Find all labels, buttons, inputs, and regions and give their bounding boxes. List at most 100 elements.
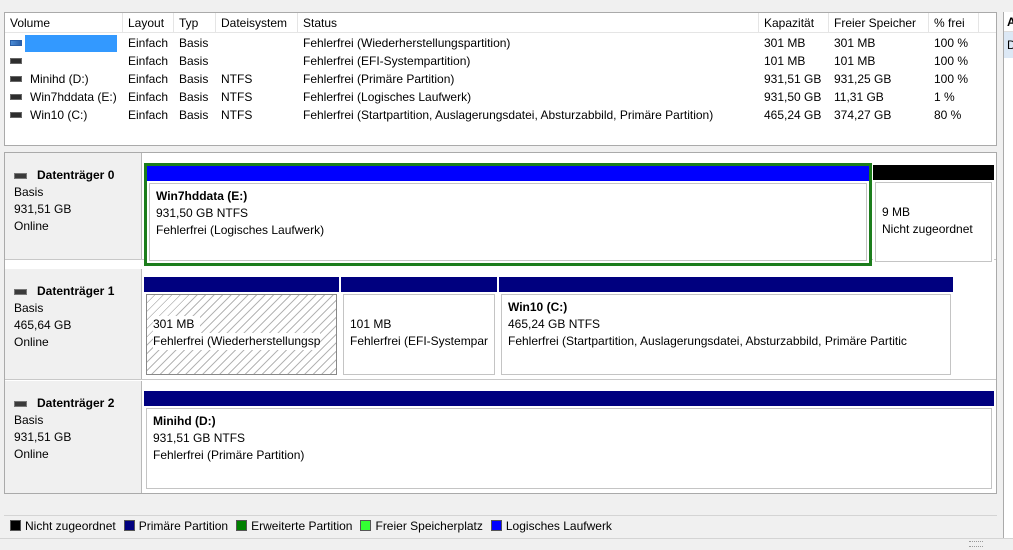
partition-status: Fehlerfrei (Wiederherstellungsp — [153, 333, 321, 350]
disk-row-1[interactable]: Datenträger 1 Basis 465,64 GB Online 301… — [5, 269, 996, 380]
partition-status: Nicht zugeordnet — [882, 222, 973, 236]
cell-dateisystem: NTFS — [221, 72, 253, 86]
status-bar — [0, 538, 1013, 550]
volume-drive-icon — [10, 40, 22, 46]
legend-label: Nicht zugeordnet — [25, 518, 116, 533]
cell-volume: Minihd (D:) — [30, 72, 89, 86]
cell-kapazitaet: 931,50 GB — [764, 90, 822, 104]
partition-size: 101 MB — [350, 317, 392, 331]
partition-efi[interactable]: 101 MB Fehlerfrei (EFI-Systempar — [341, 277, 497, 377]
volume-row[interactable]: Win7hddata (E:) Einfach Basis NTFS Fehlerfre… — [5, 88, 996, 106]
disk-title: Datenträger 2 — [37, 396, 115, 410]
partition-body: 101 MB Fehlerfrei (EFI-Systempar — [343, 294, 495, 375]
disk-state: Online — [14, 335, 49, 349]
partition-bar-primary — [341, 277, 497, 292]
partition-size: 9 MB — [882, 205, 911, 219]
disk-label[interactable]: Datenträger 0 Basis 931,51 GB Online — [5, 153, 142, 259]
cell-freier-speicher: 301 MB — [834, 36, 876, 50]
disk-row-2[interactable]: Datenträger 2 Basis 931,51 GB Online Min… — [5, 381, 996, 493]
cell-dateisystem — [217, 34, 299, 52]
column-header-layout[interactable]: Layout — [123, 13, 174, 33]
volume-row[interactable]: Einfach Basis Fehlerfrei (Wiederherstellun… — [5, 34, 996, 52]
extended-partition-frame[interactable]: Win7hddata (E:) 931,50 GB NTFS Fehlerfre… — [144, 163, 872, 266]
partition-body: Minihd (D:) 931,51 GB NTFS Fehlerfrei (P… — [146, 408, 992, 489]
column-header-volume[interactable]: Volume — [5, 13, 123, 33]
cell-prozent-frei: 100 % — [934, 36, 969, 50]
partition-name: Minihd (D:) — [153, 414, 216, 428]
volume-row[interactable]: Minihd (D:) Einfach Basis NTFS Fehlerfrei (P… — [5, 70, 996, 88]
cell-freier-speicher: 11,31 GB — [834, 90, 884, 104]
cell-typ: Basis — [179, 90, 209, 104]
partition-status: Fehlerfrei (Startpartition, Auslagerungs… — [508, 334, 907, 348]
disk-row-0[interactable]: Datenträger 0 Basis 931,51 GB Online Win… — [5, 153, 996, 266]
disk-size: 931,51 GB — [14, 430, 72, 444]
partition-body: Win10 (C:) 465,24 GB NTFS Fehlerfrei (St… — [501, 294, 951, 375]
disk-size: 931,51 GB — [14, 202, 72, 216]
column-header-typ[interactable]: Typ — [174, 13, 216, 33]
partition-name: Win10 (C:) — [508, 300, 568, 314]
cell-dateisystem — [217, 52, 299, 70]
volume-row[interactable]: Win10 (C:) Einfach Basis NTFS Fehlerfrei (St… — [5, 106, 996, 124]
cell-typ: Basis — [179, 54, 209, 68]
cell-dateisystem: NTFS — [221, 90, 253, 104]
partition-size: 465,24 GB NTFS — [508, 317, 601, 331]
volume-drive-icon — [10, 76, 22, 82]
cell-volume: Win10 (C:) — [30, 108, 88, 122]
legend-label: Primäre Partition — [138, 518, 229, 533]
disk-drive-icon — [14, 288, 27, 295]
partition-size: 301 MB — [153, 316, 201, 333]
cell-freier-speicher: 931,25 GB — [834, 72, 892, 86]
partition-unallocated-disk0[interactable]: 9 MB Nicht zugeordnet — [873, 165, 994, 264]
cell-kapazitaet: 301 MB — [764, 36, 806, 50]
cell-status: Fehlerfrei (Wiederherstellungspartition) — [303, 36, 511, 50]
column-header-kapazitaet[interactable]: Kapazität — [759, 13, 829, 33]
disk-drive-icon — [14, 400, 27, 407]
legend-swatch — [10, 520, 21, 531]
partition-body: Win7hddata (E:) 931,50 GB NTFS Fehlerfre… — [149, 183, 867, 261]
disk-label[interactable]: Datenträger 1 Basis 465,64 GB Online — [5, 269, 142, 379]
cell-volume: Win7hddata (E:) — [30, 90, 117, 104]
partition-win10[interactable]: Win10 (C:) 465,24 GB NTFS Fehlerfrei (St… — [499, 277, 953, 377]
column-header-status[interactable]: Status — [298, 13, 759, 33]
legend-label: Logisches Laufwerk — [505, 518, 612, 533]
column-header-prozent-frei[interactable]: % frei — [929, 13, 979, 33]
cell-status: Fehlerfrei (Primäre Partition) — [303, 72, 455, 86]
resize-grip-icon[interactable] — [969, 541, 983, 547]
volume-drive-icon — [10, 112, 22, 118]
action-pane[interactable]: A D — [1003, 12, 1013, 538]
disk-label[interactable]: Datenträger 2 Basis 931,51 GB Online — [5, 381, 142, 493]
cell-kapazitaet: 101 MB — [764, 54, 806, 68]
partition-minihd[interactable]: Minihd (D:) 931,51 GB NTFS Fehlerfrei (P… — [144, 391, 994, 491]
partition-status: Fehlerfrei (EFI-Systempar — [350, 334, 489, 348]
cell-layout: Einfach — [128, 36, 169, 50]
cell-typ: Basis — [179, 72, 209, 86]
legend-item-extended: Erweiterte Partition — [236, 519, 352, 533]
volume-list[interactable]: Volume Layout Typ Dateisystem Status Kap… — [4, 12, 997, 146]
cell-kapazitaet: 931,51 GB — [764, 72, 822, 86]
disk-type: Basis — [14, 185, 44, 199]
partition-status: Fehlerfrei (Logisches Laufwerk) — [156, 223, 325, 237]
action-pane-item[interactable]: D — [1004, 32, 1013, 58]
cell-prozent-frei: 100 % — [934, 54, 969, 68]
partition-bar-primary — [499, 277, 953, 292]
disk-type: Basis — [14, 301, 44, 315]
partition-bar-primary — [144, 391, 994, 406]
disk-graphical-view[interactable]: Datenträger 0 Basis 931,51 GB Online Win… — [4, 152, 997, 494]
cell-layout: Einfach — [128, 54, 169, 68]
volume-drive-icon — [10, 94, 22, 100]
partition-win7hddata[interactable]: Win7hddata (E:) 931,50 GB NTFS Fehlerfre… — [147, 166, 869, 263]
volume-row[interactable]: Einfach Basis Fehlerfrei (EFI-Systempartit… — [5, 52, 996, 70]
cell-layout: Einfach — [128, 72, 169, 86]
column-header-freier-speicher[interactable]: Freier Speicher — [829, 13, 929, 33]
partition-bar-logical — [147, 166, 869, 181]
cell-freier-speicher: 101 MB — [834, 54, 876, 68]
disk-title: Datenträger 0 — [37, 168, 115, 182]
cell-status: Fehlerfrei (Logisches Laufwerk) — [303, 90, 472, 104]
legend-swatch — [360, 520, 372, 531]
cell-typ: Basis — [179, 108, 209, 122]
partition-recovery[interactable]: 301 MB Fehlerfrei (Wiederherstellungsp — [144, 277, 339, 377]
disk-title: Datenträger 1 — [37, 284, 115, 298]
legend-item-free-space: Freier Speicherplatz — [360, 519, 483, 533]
column-header-dateisystem[interactable]: Dateisystem — [216, 13, 298, 33]
cell-dateisystem: NTFS — [221, 108, 253, 122]
